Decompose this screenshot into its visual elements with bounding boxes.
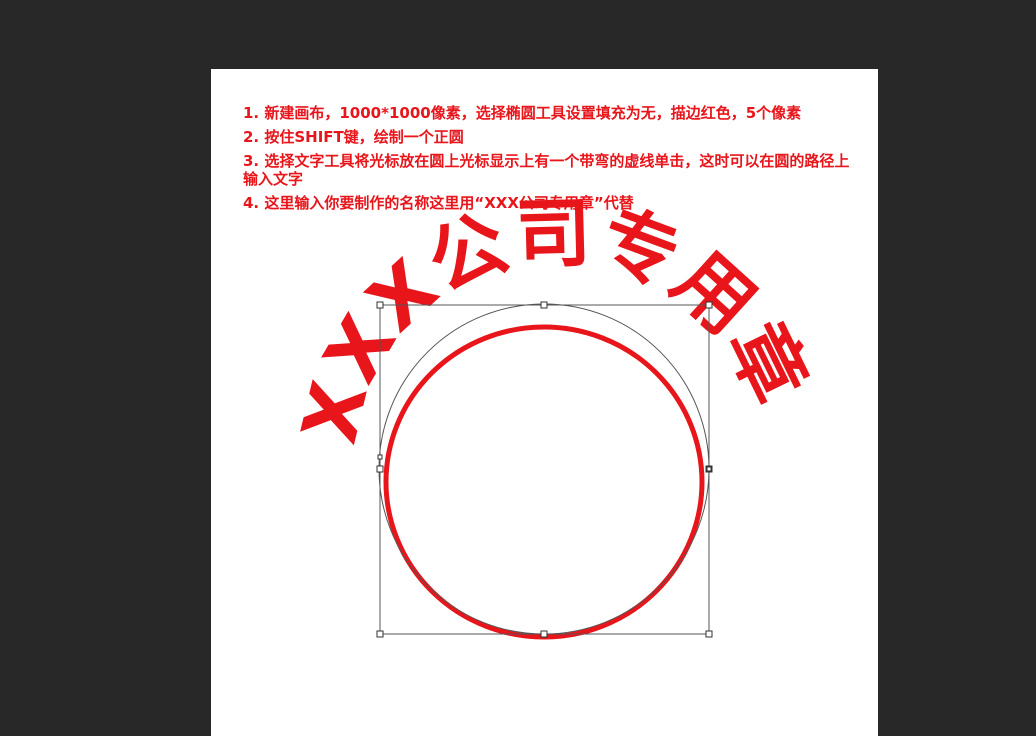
photoshop-workspace: 1. 新建画布，1000*1000像素，选择椭圆工具设置填充为无，描边红色，5个… — [0, 0, 1036, 736]
transform-handle-middle-left[interactable] — [376, 465, 384, 473]
path-anchor-right[interactable] — [706, 466, 712, 472]
transform-handle-bottom-left[interactable] — [376, 630, 384, 638]
transform-handle-top-right[interactable] — [705, 301, 713, 309]
seal-curved-text[interactable]: XXX公司专用章 — [284, 188, 825, 451]
seal-svg: XXX公司专用章 — [284, 188, 825, 640]
transform-handle-top-left[interactable] — [376, 301, 384, 309]
path-anchor-left[interactable] — [377, 454, 383, 460]
transform-handle-top-middle[interactable] — [540, 301, 548, 309]
red-circle-stroke — [383, 324, 705, 640]
transform-handle-bottom-right[interactable] — [705, 630, 713, 638]
seal-artwork: XXX公司专用章 — [0, 0, 1036, 736]
transform-handle-bottom-middle[interactable] — [540, 630, 548, 638]
